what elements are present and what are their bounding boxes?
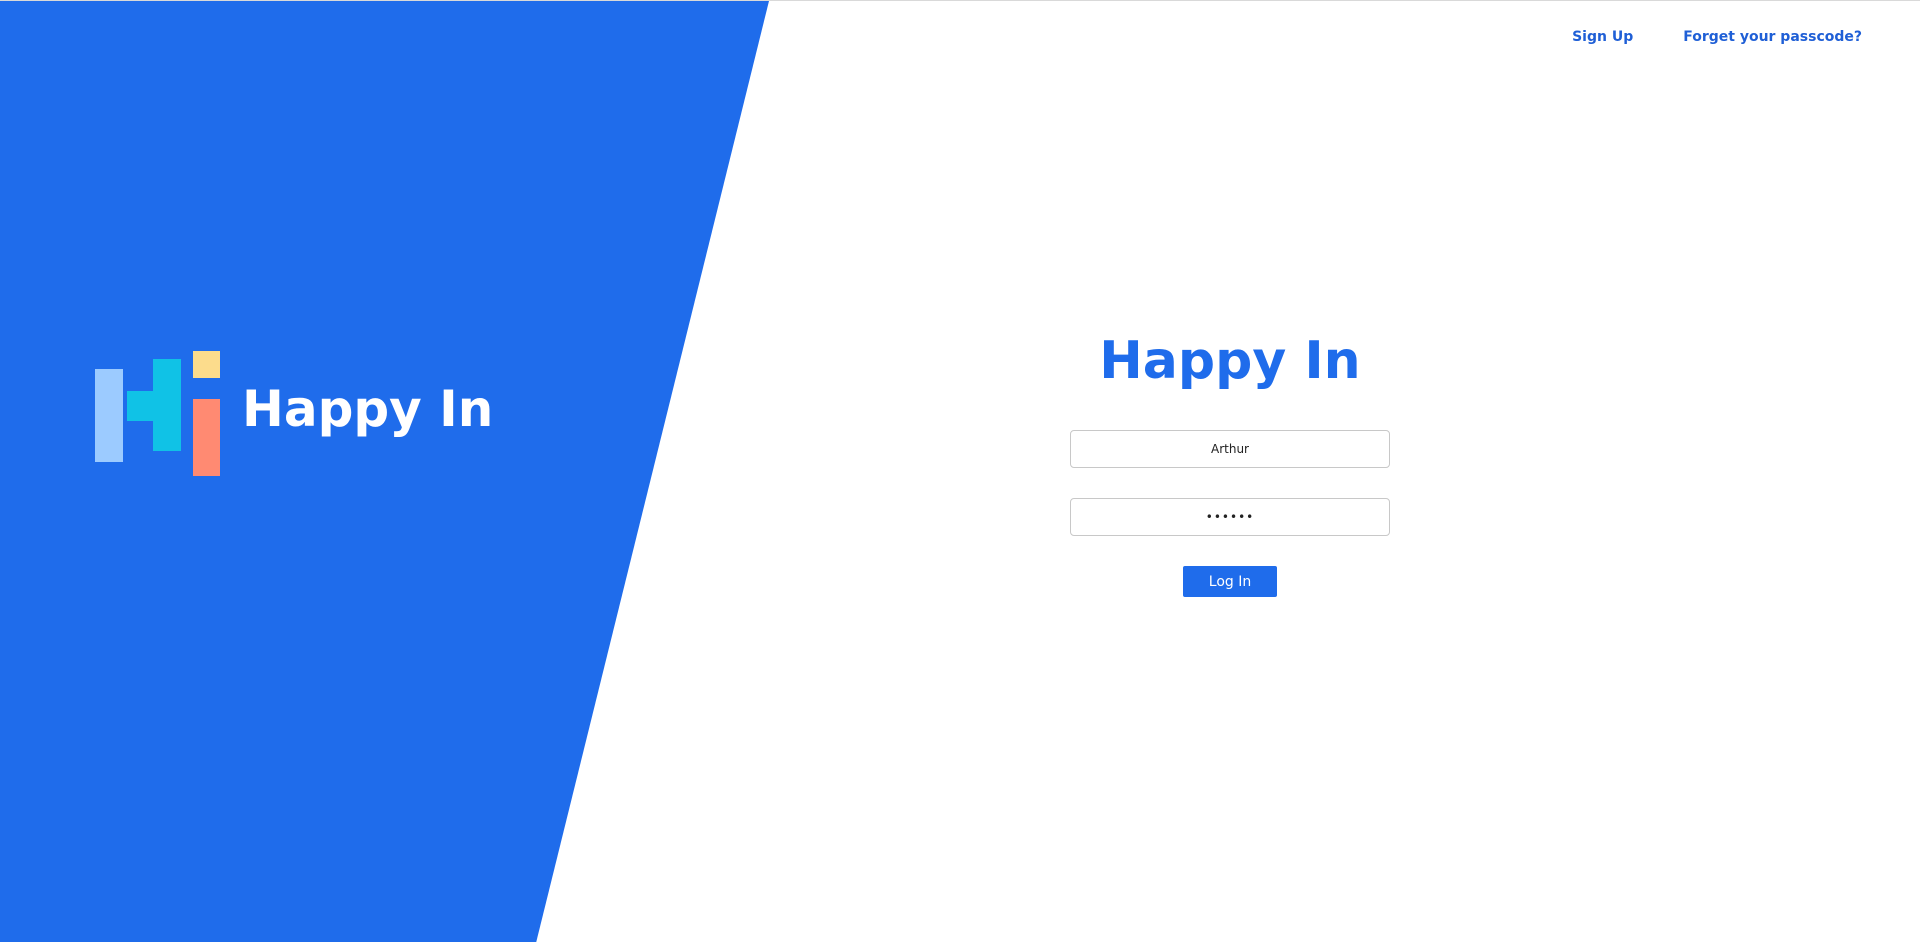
brand-panel [0, 1, 769, 942]
login-page: Happy In Sign Up Forget your passcode? H… [0, 0, 1920, 942]
header-links: Sign Up Forget your passcode? [1572, 29, 1862, 45]
brand-name: Happy In [242, 380, 494, 438]
log-in-button[interactable]: Log In [1183, 566, 1277, 597]
username-input[interactable] [1070, 430, 1390, 468]
sign-up-link[interactable]: Sign Up [1572, 29, 1633, 45]
hi-logo-icon [95, 351, 221, 477]
password-input[interactable] [1070, 498, 1390, 536]
logo-bar-salmon [193, 399, 220, 476]
login-form: Happy In Log In [1070, 326, 1390, 597]
logo-bar-cyan [153, 359, 181, 451]
logo-bar-cyan-cross [127, 391, 155, 421]
logo-square-yellow [193, 351, 220, 378]
login-title: Happy In [1099, 331, 1361, 391]
logo-bar-light-blue [95, 369, 123, 462]
forgot-passcode-link[interactable]: Forget your passcode? [1683, 29, 1862, 45]
